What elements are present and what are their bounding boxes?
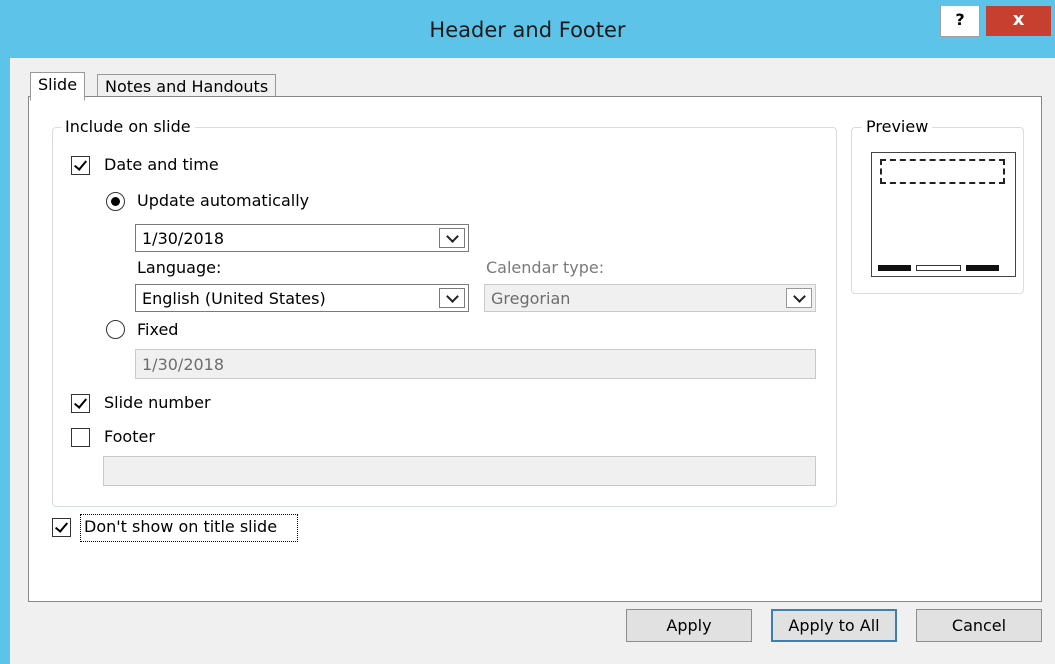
date-format-dropdown[interactable]: 1/30/2018 xyxy=(135,224,469,252)
dont-show-on-title-slide-checkbox[interactable] xyxy=(52,518,71,537)
help-button[interactable]: ? xyxy=(940,6,980,37)
dont-show-on-title-slide-label: Don't show on title slide xyxy=(84,517,278,536)
dropdown-arrow[interactable] xyxy=(786,288,812,308)
chevron-down-icon xyxy=(793,290,806,303)
chevron-down-icon xyxy=(446,230,459,243)
date-and-time-label: Date and time xyxy=(104,155,219,174)
tab-slide[interactable]: Slide xyxy=(30,72,86,101)
fixed-radio[interactable] xyxy=(106,320,125,339)
dropdown-arrow[interactable] xyxy=(439,228,465,248)
cancel-button[interactable]: Cancel xyxy=(916,609,1042,642)
preview-header-placeholder xyxy=(880,159,1005,184)
preview-legend: Preview xyxy=(862,117,933,136)
preview-date-placeholder xyxy=(878,265,911,271)
fixed-date-input[interactable]: 1/30/2018 xyxy=(135,349,816,379)
language-value: English (United States) xyxy=(142,289,326,308)
close-button[interactable]: x xyxy=(986,6,1051,36)
apply-button[interactable]: Apply xyxy=(626,609,752,642)
radio-dot-icon xyxy=(111,197,120,206)
fixed-date-value: 1/30/2018 xyxy=(142,355,225,374)
date-and-time-checkbox[interactable] xyxy=(71,156,90,175)
footer-label: Footer xyxy=(104,427,155,446)
preview-slide-number-placeholder xyxy=(966,265,999,271)
fixed-label: Fixed xyxy=(137,320,179,339)
update-automatically-radio[interactable] xyxy=(106,192,125,211)
calendar-type-dropdown[interactable]: Gregorian xyxy=(484,284,816,312)
group-legend: Include on slide xyxy=(61,117,195,136)
checkmark-icon xyxy=(73,157,88,171)
update-automatically-label: Update automatically xyxy=(137,191,310,210)
chevron-down-icon xyxy=(446,290,459,303)
preview-footer-placeholder xyxy=(916,265,961,271)
footer-input[interactable] xyxy=(103,456,816,486)
include-on-slide-group: Include on slide xyxy=(52,117,837,507)
language-dropdown[interactable]: English (United States) xyxy=(135,284,469,312)
checkmark-icon xyxy=(54,519,69,533)
slide-number-checkbox[interactable] xyxy=(71,394,90,413)
language-label: Language: xyxy=(137,258,222,277)
footer-checkbox[interactable] xyxy=(71,428,90,447)
window-title: Header and Footer xyxy=(429,18,626,42)
date-format-value: 1/30/2018 xyxy=(142,229,225,248)
preview-thumbnail xyxy=(871,152,1016,277)
dropdown-arrow[interactable] xyxy=(439,288,465,308)
title-bar: Header and Footer ? x xyxy=(0,0,1055,62)
slide-number-label: Slide number xyxy=(104,393,211,412)
checkmark-icon xyxy=(73,395,88,409)
apply-to-all-button[interactable]: Apply to All xyxy=(771,609,897,642)
calendar-type-value: Gregorian xyxy=(491,289,571,308)
calendar-type-label: Calendar type: xyxy=(486,258,605,277)
